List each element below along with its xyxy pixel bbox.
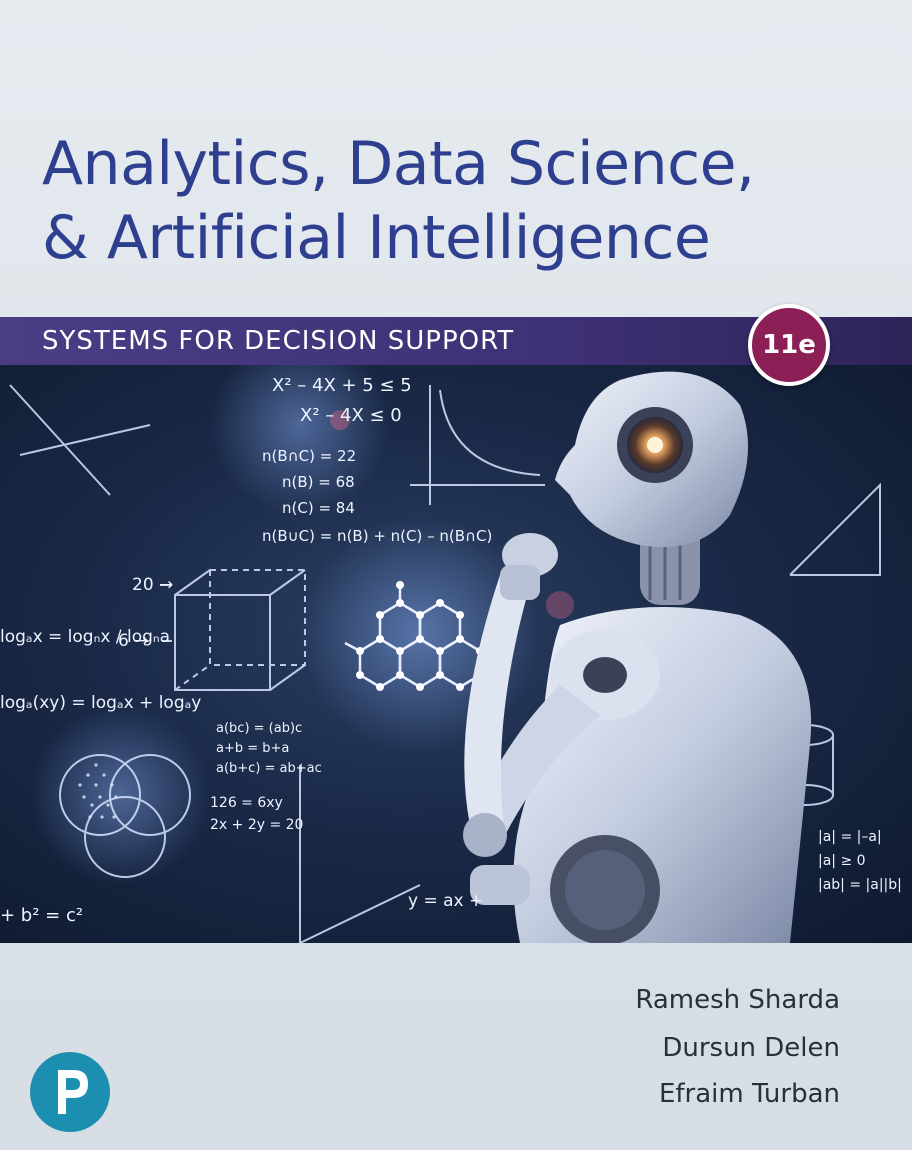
formula-text: n(B∩C) = 22 [262, 447, 357, 465]
title-line-1: Analytics, Data Science, [42, 129, 755, 199]
formula-text: |a| = |–a| [818, 829, 882, 845]
formula-text: X² – 4X + 5 ≤ 5 [272, 375, 412, 396]
formula-text: 2x + 2y = 20 [210, 817, 304, 833]
formula-overlay: X² – 4X + 5 ≤ 5 X² – 4X ≤ 0 n(B∩C) = 22 … [0, 365, 912, 943]
formula-text: n(B) = 68 [282, 473, 355, 491]
formula-text: 20 → [132, 575, 174, 595]
edition-label: 11e [762, 330, 816, 360]
formula-text: y = ax + [408, 891, 484, 911]
formula-text: 6 → [118, 631, 149, 651]
formula-text: a(bc) = (ab)c [216, 721, 303, 736]
book-cover: Analytics, Data Science, & Artificial In… [0, 0, 912, 1150]
formula-text: |a| ≥ 0 [818, 853, 866, 869]
author-name: Efraim Turban [658, 1079, 840, 1109]
pearson-p-logo-icon [30, 1052, 110, 1132]
formula-text: |ab| = |a||b| [818, 877, 902, 893]
author-name: Dursun Delen [662, 1033, 840, 1063]
formula-text: a(b+c) = ab+ac [216, 761, 322, 776]
formula-text: n(B∪C) = n(B) + n(C) – n(B∩C) [262, 527, 493, 545]
formula-text: n(C) = 84 [282, 499, 355, 517]
formula-text: a+b = b+a [216, 741, 290, 756]
author-name: Ramesh Sharda [635, 985, 840, 1015]
pearson-p-logo-icon [30, 1052, 110, 1132]
formula-text: X² – 4X ≤ 0 [300, 405, 402, 426]
formula-text: 126 = 6xy [210, 795, 283, 811]
cover-illustration: X² – 4X + 5 ≤ 5 X² – 4X ≤ 0 n(B∩C) = 22 … [0, 365, 912, 943]
formula-text: logₐ(xy) = logₐx + logₐy [0, 693, 202, 713]
edition-badge: 11e [748, 304, 830, 386]
formula-text: + b² = c² [0, 905, 84, 926]
subtitle: SYSTEMS FOR DECISION SUPPORT [42, 326, 515, 356]
title-line-2: & Artificial Intelligence [42, 203, 711, 273]
